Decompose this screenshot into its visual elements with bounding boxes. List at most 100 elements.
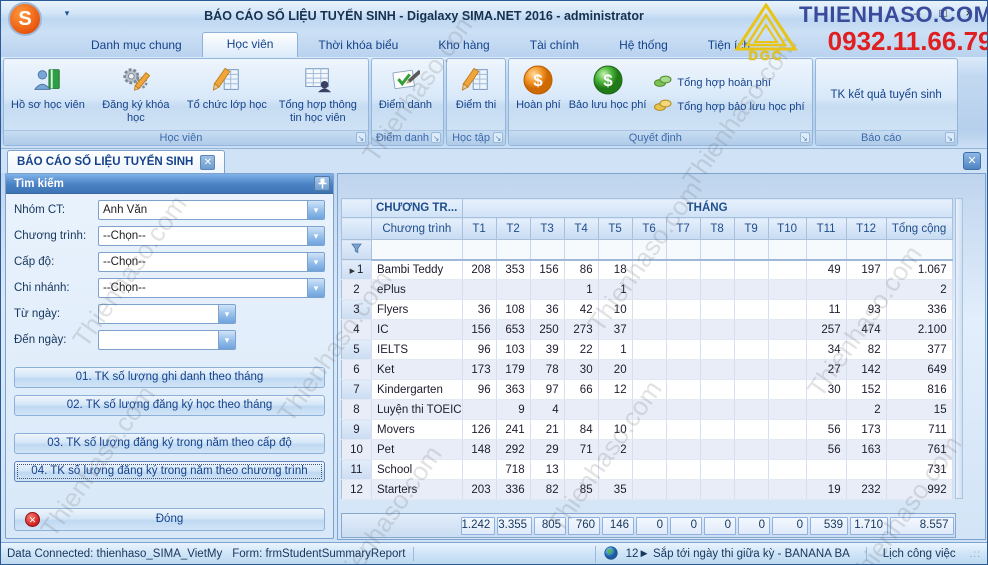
month-cell[interactable] [700,360,734,380]
row-number[interactable]: 12 [342,480,372,500]
month-cell[interactable]: 2 [846,400,886,420]
ribbon-button-0-3[interactable]: Tổng hợp thông tin học viên [271,61,365,128]
month-cell[interactable] [768,340,806,360]
month-cell[interactable] [700,280,734,300]
month-cell[interactable] [632,280,666,300]
program-cell[interactable]: Starters [372,480,463,500]
month-cell[interactable] [564,460,598,480]
program-cell[interactable]: Luyện thi TOEIC [372,400,463,420]
month-cell[interactable]: 241 [496,420,530,440]
month-cell[interactable] [632,380,666,400]
filter-cell[interactable] [886,240,952,260]
program-cell[interactable]: ePlus [372,280,463,300]
quick-access-dropdown-icon[interactable]: ▾ [59,7,75,22]
month-cell[interactable] [632,320,666,340]
close-panel-button[interactable]: ✕ Đóng [14,508,325,531]
month-cell[interactable] [632,420,666,440]
resize-grip-icon[interactable]: .:: [970,549,981,560]
task-calendar-link[interactable]: Lịch công việc [883,548,956,560]
month-cell[interactable] [846,460,886,480]
month-cell[interactable] [462,460,496,480]
month-cell[interactable] [462,400,496,420]
total-cell[interactable]: 2 [886,280,952,300]
month-cell[interactable]: 173 [462,360,496,380]
month-cell[interactable]: 82 [846,340,886,360]
dialog-launcher-icon[interactable]: ↘ [945,132,955,143]
month-cell[interactable]: 126 [462,420,496,440]
month-cell[interactable]: 84 [564,420,598,440]
month-cell[interactable]: 1 [598,280,632,300]
month-cell[interactable]: 36 [530,300,564,320]
month-cell[interactable] [700,400,734,420]
month-cell[interactable]: 35 [598,480,632,500]
month-cell[interactable]: 13 [530,460,564,480]
month-cell[interactable] [632,260,666,280]
month-cell[interactable]: 85 [564,480,598,500]
month-cell[interactable] [734,400,768,420]
ribbon-button-0-2[interactable]: Tổ chức lớp học [183,61,271,128]
month-cell[interactable] [768,460,806,480]
month-cell[interactable]: 179 [496,360,530,380]
ribbon-small-button-3-1[interactable]: Tổng hợp bảo lưu học phí [654,99,804,114]
month-cell[interactable]: 197 [846,260,886,280]
ribbon-button-3-0[interactable]: $Hoàn phí [512,61,565,128]
chevron-down-icon[interactable]: ▾ [307,227,324,245]
chevron-down-icon[interactable]: ▾ [218,305,235,323]
month-cell[interactable]: 156 [530,260,564,280]
row-number[interactable]: 2 [342,280,372,300]
total-cell[interactable]: 1.067 [886,260,952,280]
dialog-launcher-icon[interactable]: ↘ [493,132,503,143]
month-cell[interactable] [530,280,564,300]
combo-3[interactable]: --Chọn--▾ [98,278,325,298]
month-cell[interactable] [598,400,632,420]
report-button-4[interactable]: 04. TK số lượng đăng ký trong năm theo c… [14,461,325,482]
month-cell[interactable]: 142 [846,360,886,380]
filter-row-header[interactable] [342,240,372,260]
month-cell[interactable] [632,400,666,420]
month-cell[interactable] [734,320,768,340]
combo-5[interactable]: ▾ [98,330,236,350]
minimize-icon[interactable]: – [909,5,925,21]
month-cell[interactable] [734,280,768,300]
month-cell[interactable]: 11 [806,300,846,320]
band-program-header[interactable]: CHƯƠNG TR... [372,199,463,218]
month-cell[interactable]: 156 [462,320,496,340]
month-cell[interactable] [598,460,632,480]
month-cell[interactable]: 257 [806,320,846,340]
month-cell[interactable]: 2 [598,440,632,460]
month-cell[interactable] [632,440,666,460]
filter-cell[interactable] [530,240,564,260]
column-header-8[interactable]: T8 [700,218,734,240]
row-number[interactable]: 7 [342,380,372,400]
close-icon[interactable]: × [961,5,977,21]
month-cell[interactable]: 353 [496,260,530,280]
column-header-9[interactable]: T9 [734,218,768,240]
combo-1[interactable]: --Chọn--▾ [98,226,325,246]
month-cell[interactable] [666,380,700,400]
filter-cell[interactable] [496,240,530,260]
month-cell[interactable] [462,280,496,300]
month-cell[interactable] [666,300,700,320]
month-cell[interactable]: 152 [846,380,886,400]
month-cell[interactable]: 273 [564,320,598,340]
month-cell[interactable] [700,460,734,480]
month-cell[interactable]: 1 [598,340,632,360]
month-cell[interactable] [632,480,666,500]
filter-cell[interactable] [734,240,768,260]
chevron-down-icon[interactable]: ▾ [307,201,324,219]
program-cell[interactable]: Kindergarten [372,380,463,400]
month-cell[interactable] [700,480,734,500]
report-button-3[interactable]: 03. TK số lượng đăng ký trong năm theo c… [14,433,325,454]
month-cell[interactable] [734,300,768,320]
month-cell[interactable] [734,440,768,460]
program-cell[interactable]: School [372,460,463,480]
month-cell[interactable] [632,460,666,480]
month-cell[interactable]: 250 [530,320,564,340]
total-cell[interactable]: 377 [886,340,952,360]
vertical-scrollbar[interactable] [955,198,963,499]
column-header-13[interactable]: Tổng cộng [886,218,952,240]
column-header-12[interactable]: T12 [846,218,886,240]
month-cell[interactable] [846,280,886,300]
filter-cell[interactable] [462,240,496,260]
column-header-7[interactable]: T7 [666,218,700,240]
